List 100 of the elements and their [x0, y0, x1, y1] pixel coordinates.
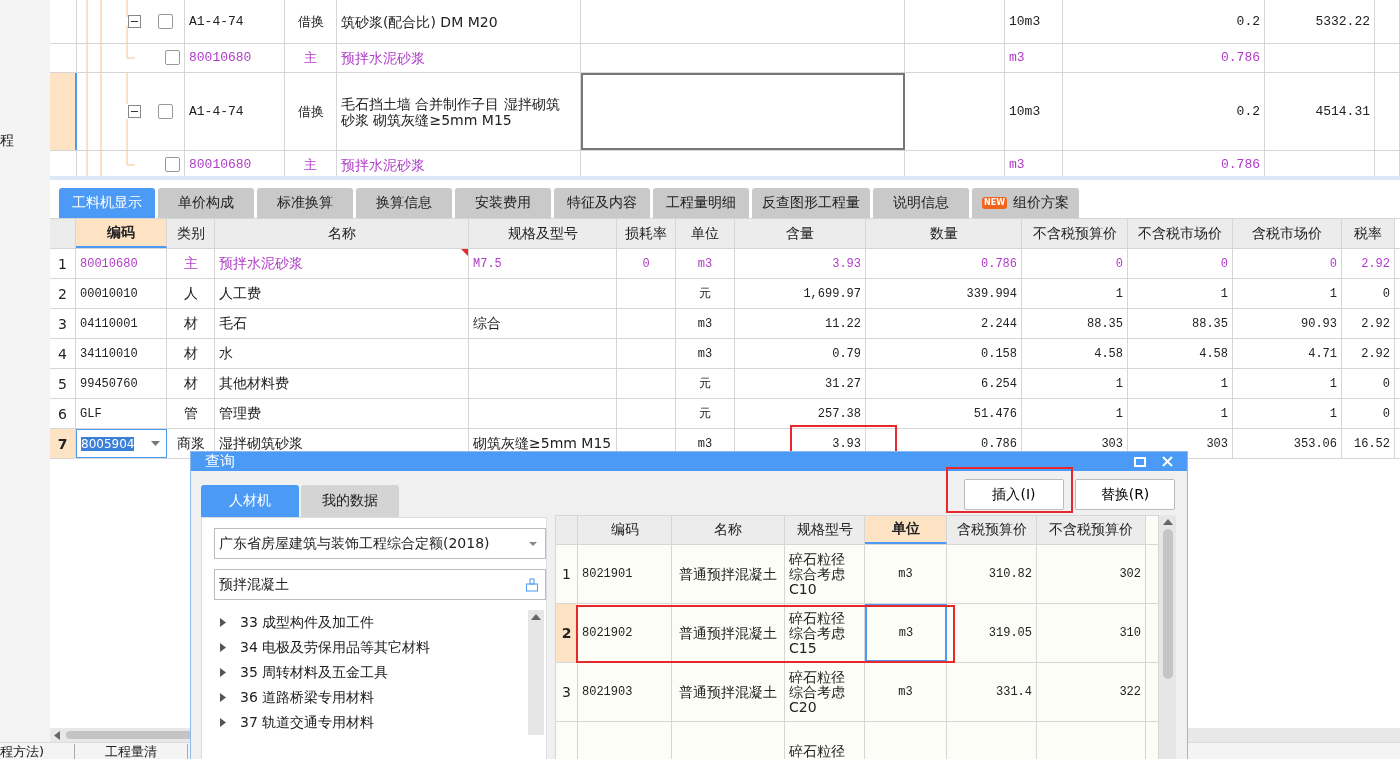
dialog-button[interactable]: 插入(I) — [964, 479, 1064, 510]
expand-icon[interactable] — [220, 618, 226, 627]
tab[interactable]: 特征及内容 — [554, 188, 650, 218]
expand-icon[interactable] — [220, 693, 226, 702]
table-cell: 0.79 — [735, 339, 866, 368]
close-icon[interactable] — [1162, 456, 1173, 467]
table-cell: 4.58 — [1022, 339, 1128, 368]
table-cell: 0 — [1342, 399, 1395, 428]
tree-item[interactable]: 37 轨道交通专用材料 — [214, 710, 528, 735]
table-cell: 材 — [167, 339, 215, 368]
tab[interactable]: 安装费用 — [455, 188, 551, 218]
tree-label: 35 周转材料及五金工具 — [240, 663, 389, 682]
checkbox[interactable] — [158, 13, 173, 29]
table-cell: 5332.22 — [1265, 0, 1375, 43]
table-cell: m3 — [676, 339, 735, 368]
tab[interactable]: 说明信息 — [873, 188, 969, 218]
table-cell: 80010680 — [185, 151, 285, 176]
table-cell: 90.93 — [1233, 309, 1342, 338]
column-header[interactable]: 名称 — [215, 219, 469, 248]
scrollbar-thumb[interactable] — [1162, 529, 1173, 679]
table-cell: A1-4-74 — [185, 0, 285, 43]
expand-icon[interactable] — [220, 718, 226, 727]
tree-item[interactable]: 34 电极及劳保用品等其它材料 — [214, 635, 528, 660]
tab[interactable]: 单价构成 — [158, 188, 254, 218]
checkbox[interactable] — [165, 50, 180, 65]
column-header[interactable]: 税率 — [1342, 219, 1395, 248]
scroll-up-icon[interactable] — [531, 614, 541, 620]
tab[interactable]: 反查图形工程量 — [752, 188, 870, 218]
row-number: 1 — [50, 249, 76, 278]
tab[interactable]: 工程量明细 — [653, 188, 749, 218]
table-cell: 1 — [1022, 399, 1128, 428]
column-header[interactable]: 损耗率 — [617, 219, 676, 248]
tab[interactable]: 我的数据 — [301, 485, 399, 517]
column-header[interactable]: 不含税市场价 — [1128, 219, 1233, 248]
tab[interactable]: 换算信息 — [356, 188, 452, 218]
table-cell: 10m3 — [1005, 73, 1063, 150]
checkbox[interactable] — [158, 103, 173, 119]
search-field[interactable]: 预拌混凝土 — [214, 569, 546, 600]
dialog-button[interactable]: 替换(R) — [1075, 479, 1175, 510]
column-header[interactable]: 单位 — [865, 516, 947, 544]
column-header[interactable]: 规格及型号 — [469, 219, 617, 248]
row-number: 7 — [50, 429, 76, 458]
scroll-up-icon[interactable] — [1162, 519, 1173, 525]
column-header[interactable]: 编码 — [578, 516, 672, 544]
column-header[interactable]: 不含税预算价 — [1037, 516, 1146, 544]
table-cell: 管 — [167, 399, 215, 428]
table-cell: 毛石挡土墙 合并制作子目 湿拌砌筑砂浆 砌筑灰缝≥5mm M15 — [337, 73, 581, 150]
table-cell: 0.786 — [866, 249, 1022, 278]
sidebar-item[interactable]: 程 — [0, 130, 14, 150]
scroll-left-icon[interactable] — [54, 730, 60, 740]
table-cell: 3.93 — [735, 249, 866, 278]
code-field[interactable]: 8005904 — [76, 429, 167, 458]
new-badge: NEW — [982, 197, 1007, 209]
column-header[interactable]: 数量 — [866, 219, 1022, 248]
column-header[interactable]: 含量 — [735, 219, 866, 248]
dropdown-caret-icon[interactable] — [529, 541, 537, 546]
row-number: 3 — [556, 663, 578, 721]
table-cell: 8021902 — [578, 604, 672, 662]
column-header[interactable]: 名称 — [672, 516, 785, 544]
expand-icon[interactable] — [220, 668, 226, 677]
table-cell: 普通预拌混凝土 — [672, 545, 785, 603]
table-cell: 毛石 — [215, 309, 469, 338]
table-cell: 水 — [215, 339, 469, 368]
table-cell: 普通预拌混凝土 — [672, 663, 785, 721]
status-tab[interactable]: 工程量清 — [105, 743, 189, 759]
table-cell: 借换 — [285, 73, 337, 150]
column-header[interactable]: 规格型号 — [785, 516, 865, 544]
table-cell: 0 — [1342, 369, 1395, 398]
status-tab[interactable]: 程方法) — [0, 743, 76, 759]
edit-field[interactable] — [581, 73, 905, 150]
collapse-icon[interactable] — [128, 104, 141, 118]
table-cell: 元 — [676, 399, 735, 428]
column-header[interactable]: 含税预算价 — [947, 516, 1037, 544]
checkbox[interactable] — [165, 157, 180, 172]
table-cell: 6.254 — [866, 369, 1022, 398]
table-cell: 310 — [1037, 604, 1146, 662]
library-select[interactable]: 广东省房屋建筑与装饰工程综合定额(2018) — [214, 528, 546, 559]
column-header[interactable]: 单位 — [676, 219, 735, 248]
table-cell: 1 — [1022, 369, 1128, 398]
column-header[interactable]: 类别 — [167, 219, 215, 248]
row-number: 6 — [50, 399, 76, 428]
expand-icon[interactable] — [220, 643, 226, 652]
table-cell: 碎石粒径综合考虑C20 — [785, 663, 865, 721]
dropdown-caret-icon[interactable] — [151, 441, 160, 446]
tree-item[interactable]: 35 周转材料及五金工具 — [214, 660, 528, 685]
tab[interactable]: 标准换算 — [257, 188, 353, 218]
table-cell: 1 — [1128, 279, 1233, 308]
maximize-icon[interactable] — [1134, 456, 1146, 467]
column-header[interactable]: 编码 — [76, 219, 167, 248]
column-header[interactable]: 含税市场价 — [1233, 219, 1342, 248]
table-cell: 材 — [167, 309, 215, 338]
column-header[interactable]: 不含税预算价 — [1022, 219, 1128, 248]
tree-item[interactable]: 33 成型构件及加工件 — [214, 610, 528, 635]
clear-brush-icon[interactable] — [525, 577, 539, 592]
table-cell: 1 — [1233, 279, 1342, 308]
collapse-icon[interactable] — [128, 14, 141, 28]
tab[interactable]: NEW 组价方案 — [972, 188, 1079, 218]
tree-item[interactable]: 36 道路桥梁专用材料 — [214, 685, 528, 710]
tree-label: 33 成型构件及加工件 — [240, 613, 375, 632]
table-cell: 主 — [167, 249, 215, 278]
